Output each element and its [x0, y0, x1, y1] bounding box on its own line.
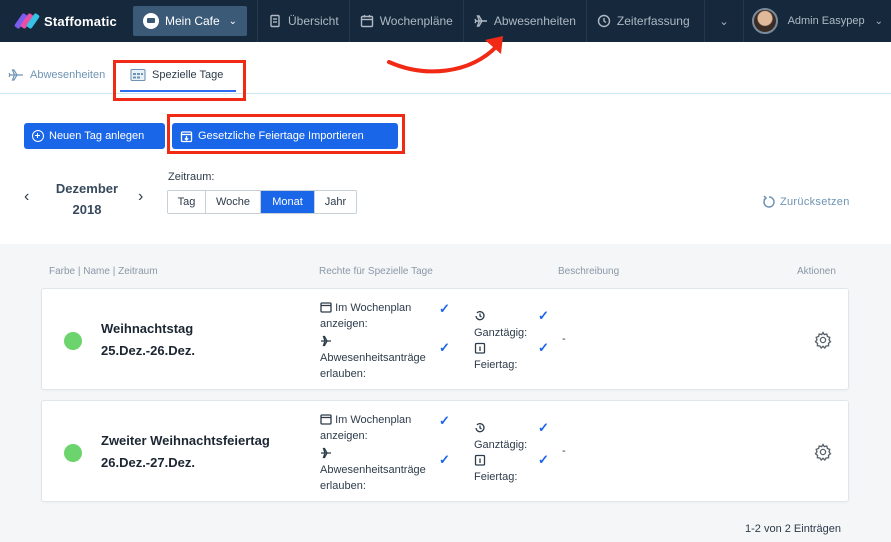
current-period: Dezember 2018	[48, 178, 126, 220]
description: -	[562, 333, 566, 345]
perm-feiertag: Feiertag:	[474, 341, 517, 373]
zeitraum-monat[interactable]: Monat	[261, 191, 315, 213]
plane-icon	[321, 447, 331, 459]
chevron-left-icon[interactable]: ‹	[24, 188, 29, 206]
perm-abwesenheit: Abwesenheitsanträge erlauben:	[320, 446, 426, 494]
location-selector-button[interactable]: Mein Cafe ⌄	[133, 6, 247, 36]
new-day-button[interactable]: Neuen Tag anlegen	[24, 123, 165, 149]
check-icon: ✓	[538, 308, 549, 323]
table-row: Zweiter Weihnachtsfeiertag 26.Dez.-27.De…	[41, 400, 849, 502]
description: -	[562, 445, 566, 457]
settings-gear-button[interactable]	[814, 443, 832, 462]
zeitraum-woche[interactable]: Woche	[206, 191, 261, 213]
tab-label: Abwesenheiten	[30, 69, 106, 81]
nav-label: Zeiterfassung	[616, 14, 690, 28]
special-day-name: Zweiter Weihnachtsfeiertag	[101, 433, 270, 448]
check-icon: ✓	[439, 301, 450, 316]
color-dot	[64, 444, 82, 462]
user-name: Admin Easypep	[787, 15, 865, 27]
check-icon: ✓	[439, 413, 450, 428]
calendar-icon	[320, 302, 332, 313]
nav-label: Abwesenheiten	[493, 14, 576, 28]
current-year: 2018	[72, 202, 102, 217]
new-day-label: Neuen Tag anlegen	[49, 130, 145, 142]
special-day-title: Zweiter Weihnachtsfeiertag 26.Dez.-27.De…	[101, 430, 270, 474]
special-day-range: 25.Dez.-26.Dez.	[101, 343, 195, 358]
zeitraum-label: Zeitraum:	[168, 171, 215, 183]
gear-icon	[814, 443, 832, 462]
nav-label: Wochenpläne	[379, 14, 453, 28]
brand-logo[interactable]: Staffomatic	[0, 0, 123, 42]
check-icon: ✓	[439, 452, 450, 467]
nav-zeiterfassung[interactable]: Zeiterfassung	[585, 0, 700, 42]
special-day-title: Weihnachtstag 25.Dez.-26.Dez.	[101, 318, 195, 362]
reset-button[interactable]: Zurücksetzen	[762, 195, 850, 209]
zeitraum-segmented-control: Tag Woche Monat Jahr	[167, 190, 357, 214]
plus-circle-icon	[32, 130, 44, 142]
column-header-rechte: Rechte für Spezielle Tage	[319, 266, 433, 277]
highlight-box-tab	[113, 60, 246, 101]
date-navigation: ‹ Dezember 2018 ›	[24, 178, 154, 218]
current-month: Dezember	[55, 181, 119, 196]
settings-gear-button[interactable]	[814, 331, 832, 350]
calendar-day-icon	[474, 342, 486, 354]
nav-label: Übersicht	[288, 14, 339, 28]
calendar-icon	[360, 15, 373, 28]
calendar-icon	[320, 414, 332, 425]
history-icon	[475, 423, 485, 433]
highlight-box-import	[167, 114, 405, 154]
check-icon: ✓	[538, 340, 549, 355]
gear-icon	[814, 331, 832, 350]
plane-icon	[321, 335, 331, 347]
history-icon	[475, 311, 485, 321]
reset-label: Zurücksetzen	[780, 196, 850, 208]
perm-ganztaegig: Ganztägig:	[474, 421, 527, 453]
nav-uebersicht[interactable]: Übersicht	[257, 0, 349, 42]
check-icon: ✓	[538, 452, 549, 467]
chevron-right-icon[interactable]: ›	[138, 188, 143, 206]
more-menu-chevron-icon[interactable]: ⌄	[704, 0, 742, 42]
column-header-beschreibung: Beschreibung	[558, 266, 620, 277]
chevron-down-icon: ⌄	[874, 15, 883, 27]
location-name: Mein Cafe	[165, 14, 220, 28]
perm-wochenplan: Im Wochenplan anzeigen:	[320, 414, 412, 442]
perm-feiertag: Feiertag:	[474, 453, 517, 485]
calendar-day-icon	[474, 454, 486, 466]
clock-icon	[597, 14, 611, 28]
reset-icon	[763, 195, 775, 208]
table-row: Weihnachtstag 25.Dez.-26.Dez. Im Wochenp…	[41, 288, 849, 390]
plane-icon	[474, 15, 487, 27]
column-header-aktionen: Aktionen	[797, 266, 836, 277]
check-icon: ✓	[538, 420, 549, 435]
special-day-range: 26.Dez.-27.Dez.	[101, 455, 195, 470]
pagination-info: 1-2 von 2 Einträgen	[745, 523, 842, 535]
perm-ganztaegig: Ganztägig:	[474, 309, 527, 341]
perm-wochenplan: Im Wochenplan anzeigen:	[320, 302, 412, 330]
zeitraum-jahr[interactable]: Jahr	[315, 191, 356, 213]
avatar	[751, 8, 778, 34]
perm-abwesenheit: Abwesenheitsanträge erlauben:	[320, 334, 426, 382]
tab-abwesenheiten[interactable]: Abwesenheiten	[8, 68, 105, 82]
user-menu[interactable]: Admin Easypep ⌄	[742, 0, 891, 42]
special-day-name: Weihnachtstag	[101, 321, 194, 336]
chevron-down-icon: ⌄	[228, 15, 237, 27]
check-icon: ✓	[439, 340, 450, 355]
staffomatic-logo-icon	[13, 10, 41, 32]
cafe-icon	[143, 13, 159, 29]
color-dot	[64, 332, 82, 350]
column-header-farbe-name: Farbe | Name | Zeitraum	[49, 266, 158, 277]
document-icon	[270, 14, 280, 28]
brand-name: Staffomatic	[44, 13, 117, 29]
zeitraum-tag[interactable]: Tag	[168, 191, 206, 213]
plane-icon	[8, 69, 23, 81]
